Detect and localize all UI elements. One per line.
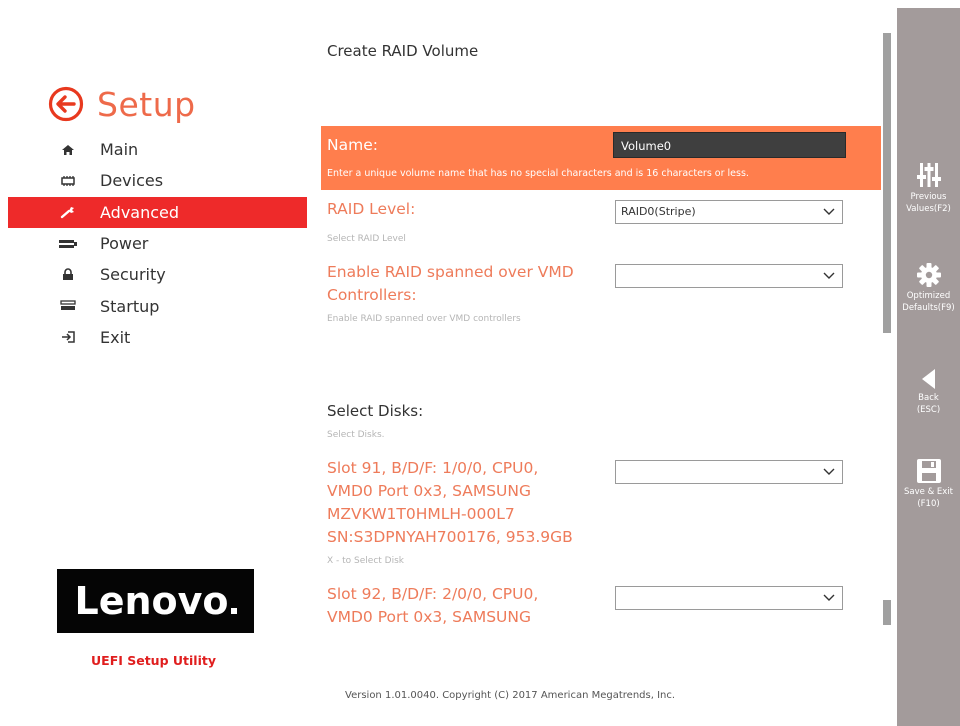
- save-exit-label-2: (F10): [917, 499, 940, 509]
- vmd-select[interactable]: [615, 264, 843, 288]
- sidebar-nav: Main Devices Advanced Power Security Sta…: [0, 134, 307, 353]
- home-icon: [58, 142, 78, 158]
- back-button[interactable]: Back (ESC): [897, 368, 960, 416]
- sidebar-item-startup[interactable]: Startup: [0, 290, 307, 321]
- chevron-down-icon: [823, 468, 835, 475]
- name-help-text: Enter a unique volume name that has no s…: [327, 168, 749, 179]
- optimized-defaults-label-2: Defaults(F9): [902, 303, 955, 313]
- sliders-icon: [916, 163, 941, 187]
- sidebar-item-advanced[interactable]: Advanced: [8, 196, 307, 228]
- optimized-defaults-button[interactable]: Optimized Defaults(F9): [897, 262, 960, 314]
- logo-text: Lenovo: [74, 579, 229, 623]
- vmd-label-line1: Enable RAID spanned over VMD: [327, 263, 574, 281]
- setup-header: Setup: [48, 84, 196, 124]
- back-label-2: (ESC): [916, 405, 941, 415]
- lock-icon: [58, 267, 78, 283]
- select-disks-help-text: Select Disks.: [327, 430, 385, 440]
- name-label: Name:: [327, 136, 378, 154]
- power-icon: [58, 236, 78, 252]
- disk1-line3: MZVKW1T0HMLH-000L7: [327, 505, 515, 523]
- vmd-label-line2: Controllers:: [327, 286, 417, 304]
- startup-icon: [58, 298, 78, 314]
- save-exit-label-1: Save & Exit: [904, 487, 953, 497]
- sidebar-item-exit[interactable]: Exit: [0, 322, 307, 353]
- back-arrow-icon[interactable]: [48, 86, 84, 122]
- raid-level-label: RAID Level:: [327, 200, 416, 218]
- previous-values-label-2: Values(F2): [906, 204, 951, 214]
- chevron-down-icon: [823, 208, 835, 215]
- select-disks-heading: Select Disks:: [327, 402, 424, 420]
- devices-icon: [58, 173, 78, 189]
- sidebar-item-power[interactable]: Power: [0, 228, 307, 259]
- disk2-select[interactable]: [615, 586, 843, 610]
- scrollbar-end[interactable]: [883, 600, 891, 625]
- sidebar-item-security[interactable]: Security: [0, 259, 307, 290]
- utility-label: UEFI Setup Utility: [91, 653, 216, 668]
- back-triangle-icon: [921, 369, 935, 389]
- sidebar-item-devices[interactable]: Devices: [0, 165, 307, 196]
- sidebar-item-label: Startup: [100, 296, 160, 316]
- scrollbar-thumb[interactable]: [883, 33, 891, 333]
- lenovo-logo: Lenovo: [57, 569, 254, 633]
- sidebar-item-label: Security: [100, 265, 166, 285]
- disk1-line2: VMD0 Port 0x3, SAMSUNG: [327, 482, 531, 500]
- disk1-line4: SN:S3DPNYAH700176, 953.9GB: [327, 528, 573, 546]
- sidebar-item-label: Devices: [100, 171, 164, 191]
- wrench-icon: [58, 204, 78, 220]
- disk2-line2: VMD0 Port 0x3, SAMSUNG: [327, 608, 531, 626]
- sidebar-item-main[interactable]: Main: [0, 134, 307, 165]
- back-label-1: Back: [918, 393, 939, 403]
- sidebar-item-label: Main: [100, 140, 139, 160]
- right-toolbar: Previous Values(F2) Optimized Defaults(F…: [897, 8, 960, 726]
- vmd-help-text: Enable RAID spanned over VMD controllers: [327, 314, 521, 324]
- chevron-down-icon: [823, 272, 835, 279]
- optimized-defaults-label-1: Optimized: [906, 291, 951, 301]
- gear-icon: [916, 263, 941, 287]
- setup-title: Setup: [97, 84, 196, 124]
- disk2-line1: Slot 92, B/D/F: 2/0/0, CPU0,: [327, 585, 539, 603]
- previous-values-button[interactable]: Previous Values(F2): [897, 161, 960, 215]
- volume-name-input[interactable]: Volume0: [613, 132, 846, 158]
- disk1-select[interactable]: [615, 460, 843, 484]
- chevron-down-icon: [823, 594, 835, 601]
- raid-level-value: RAID0(Stripe): [621, 205, 696, 218]
- name-row[interactable]: Name: Volume0 Enter a unique volume name…: [321, 126, 881, 190]
- raid-level-select[interactable]: RAID0(Stripe): [615, 200, 843, 224]
- disk1-line1: Slot 91, B/D/F: 1/0/0, CPU0,: [327, 459, 539, 477]
- exit-icon: [58, 329, 78, 345]
- save-exit-button[interactable]: Save & Exit (F10): [897, 458, 960, 510]
- sidebar-item-label: Power: [100, 234, 149, 254]
- raid-level-help-text: Select RAID Level: [327, 234, 406, 244]
- version-text: Version 1.01.0040. Copyright (C) 2017 Am…: [345, 690, 676, 701]
- page-title: Create RAID Volume: [327, 42, 479, 60]
- floppy-disk-icon: [916, 459, 941, 483]
- sidebar-item-label: Exit: [100, 327, 131, 347]
- disk1-help-text: X - to Select Disk: [327, 556, 404, 566]
- previous-values-label-1: Previous: [910, 192, 947, 202]
- sidebar-item-label: Advanced: [100, 202, 180, 222]
